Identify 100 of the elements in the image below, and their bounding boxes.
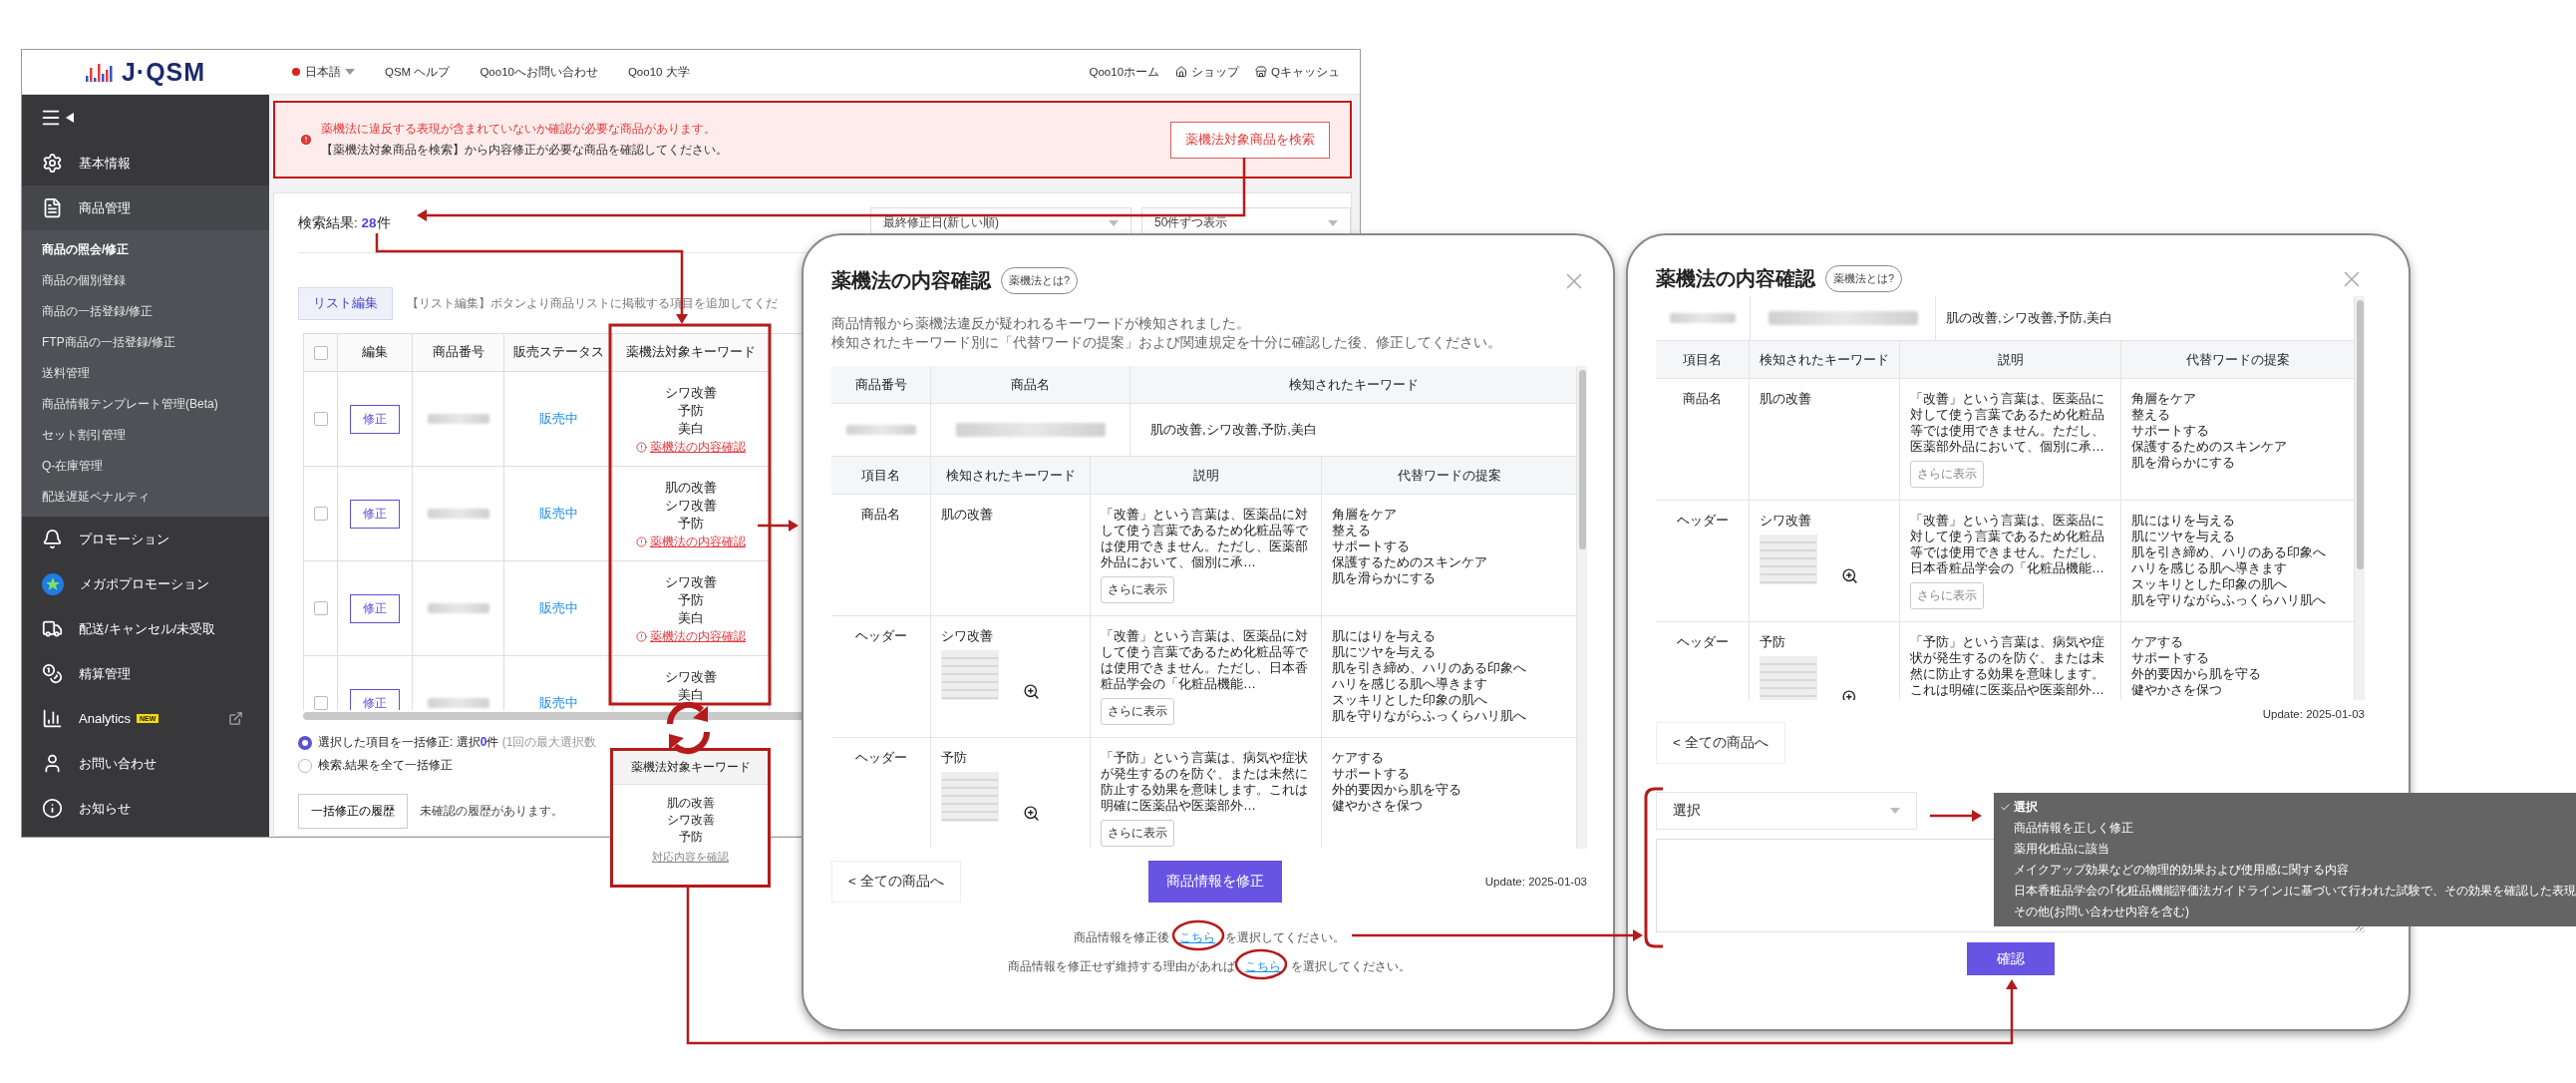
column-header: 編集 <box>338 334 413 372</box>
radio-label: 選択した項目を一括修正: 選択0件 (1回の最大選択数 <box>318 734 597 751</box>
table-cell: ヘッダー <box>854 750 907 766</box>
keyword-text: シワ改善 <box>666 812 715 829</box>
suggestion-text: ハリを感じる肌へ導きます <box>1332 676 1487 692</box>
table-cell: 商品名 <box>861 507 900 523</box>
alert-message: 【薬機法対象商品を検索】から内容修正が必要な商品を確認してください。 <box>321 142 728 159</box>
column-header: 商品番号 <box>831 366 931 404</box>
keyword-text: 美白 <box>678 610 704 627</box>
logo-text: J·QSM <box>121 57 206 87</box>
dialog-title: 薬機法の内容確認 <box>1656 266 1815 291</box>
column-header: 代替ワードの提案 <box>2121 341 2355 379</box>
alert-message: 薬機法に違反する表現が含まれていないか確認が必要な商品があります。 <box>321 121 717 138</box>
result-count: 検索結果: 28件 <box>298 213 391 232</box>
keyword-text: シワ改善 <box>665 498 717 515</box>
suggestion-text: 角層をケア <box>1332 507 1397 523</box>
keyword-text: 予防 <box>678 829 703 846</box>
hint-text: 【リスト編集】ボタンより商品リストに掲載する項目を追加してくだ <box>407 295 778 312</box>
column-header: 説明 <box>1900 341 2121 379</box>
column-header: 販売ステータス <box>504 334 613 372</box>
suggestion-text: ハリを感じる肌へ導きます <box>2131 560 2287 576</box>
suggestion-text: 肌にはりを与える <box>2131 513 2235 529</box>
suggestion-text: 肌を守りながらふっくらハリ肌へ <box>1332 708 1526 724</box>
suggestion-text: サポートする <box>1332 766 1410 782</box>
keyword-text: 肌の改善,シワ改善,予防,美白 <box>1150 422 1317 438</box>
table-cell: ヘッダー <box>854 628 907 644</box>
description-text: 「改善」という言葉は、医薬品に対して使う言葉であるため化粧品等では使用できません。ただし、日本香粧品学会の「化粧品機能… <box>1910 513 2105 576</box>
suggestion-text: 肌を守りながらふっくらハリ肌へ <box>2131 592 2326 608</box>
instruction-text: 商品情報を修正後 こちら を選択してください。 <box>1074 930 1345 945</box>
suggestion-text: 健やかさを保つ <box>1332 798 1423 814</box>
suggestion-text: サポートする <box>1332 539 1410 554</box>
suggestion-text: サポートする <box>2131 423 2209 439</box>
description-text: 検知されたキーワード別に「代替ワードの提案」および関連規定を十分に確認した後、修正してください。 <box>831 334 1502 352</box>
description-text: 「改善」という言葉は、医薬品に対して使う言葉であるため化粧品等では使用できません。ただし、医薬部外品において、個別に承… <box>1910 391 2105 455</box>
status-text: 販売中 <box>538 600 578 617</box>
table-cell: ヘッダー <box>1676 634 1729 650</box>
suggestion-text: 肌を引き締め、ハリのある印象へ <box>2131 544 2326 560</box>
suggestion-text: ケアする <box>2131 634 2183 650</box>
suggestion-text: ケアする <box>1332 750 1384 766</box>
column-header: 項目名 <box>831 457 931 495</box>
status-text: 販売中 <box>538 506 578 523</box>
suggestion-text: 保護するためのスキンケア <box>1332 554 1487 570</box>
update-date: Update: 2025-01-03 <box>2262 708 2365 720</box>
keyword-text: 予防 <box>678 592 704 609</box>
suggestion-text: 整える <box>1332 523 1371 539</box>
table-cell: 商品名 <box>1683 391 1722 407</box>
suggestion-text: 外的要因から肌を守る <box>2131 666 2261 682</box>
radio-label: 検索.結果を全て一括修正 <box>318 757 454 774</box>
suggestion-text: 肌にツヤを与える <box>2131 529 2235 544</box>
keyword-text: シワ改善 <box>1760 513 1811 529</box>
keyword-text: 美白 <box>678 687 704 704</box>
column-header: 検知されたキーワード <box>1750 341 1900 379</box>
description-text: 「改善」という言葉は、医薬品に対して使う言葉であるため化粧品等では使用できません。ただし、医薬部外品において、個別に承… <box>1101 507 1309 570</box>
description-text: 「予防」という言葉は、病気や症状が発生するのを防ぐ、または未然に防止する効果を意味します。これは明確に医薬品や医薬部外… <box>1910 634 2105 698</box>
column-header: 代替ワードの提案 <box>1322 457 1577 495</box>
popout-header: 薬機法対象キーワード <box>613 751 768 785</box>
update-date: Update: 2025-01-03 <box>1484 876 1587 888</box>
keyword-text: 肌の改善 <box>666 795 715 812</box>
suggestion-text: サポートする <box>2131 650 2209 666</box>
keyword-text: 肌の改善 <box>1760 391 1811 407</box>
table-cell: ヘッダー <box>1676 513 1729 529</box>
description-text: 「予防」という言葉は、病気や症状が発生するのを防ぐ、または未然に防止する効果を意味します。これは明確に医薬品や医薬部外… <box>1101 750 1309 814</box>
status-text: 販売中 <box>538 411 578 428</box>
column-header: 説明 <box>1091 457 1322 495</box>
keyword-text: 予防 <box>678 403 704 420</box>
keyword-text: 肌の改善,シワ改善,予防,美白 <box>1946 310 2112 326</box>
keyword-text: 美白 <box>678 421 704 438</box>
column-header: 項目名 <box>1656 341 1750 379</box>
suggestion-text: 整える <box>2131 407 2170 423</box>
keyword-text: 予防 <box>1760 634 1785 650</box>
suggestion-text: 肌を滑らかにする <box>1332 570 1436 586</box>
keyword-text: 肌の改善 <box>665 480 717 497</box>
suggestion-text: 肌にツヤを与える <box>1332 644 1436 660</box>
keyword-text: シワ改善 <box>665 574 717 591</box>
suggestion-text: 肌を引き締め、ハリのある印象へ <box>1332 660 1526 676</box>
description-text: 商品情報から薬機法違反が疑われるキーワードが検知されました。 <box>831 315 1251 333</box>
keyword-text: 予防 <box>941 750 967 766</box>
dialog-title: 薬機法の内容確認 <box>831 268 991 293</box>
instruction-text: 商品情報を修正せず維持する理由があれば こちら を選択してください。 <box>1008 959 1411 974</box>
suggestion-text: スッキリとした印象の肌へ <box>1332 692 1487 708</box>
status-text: 販売中 <box>538 695 578 710</box>
history-note: 未確認の履歴があります。 <box>420 803 563 820</box>
keyword-text: シワ改善 <box>941 628 993 644</box>
suggestion-text: 角層をケア <box>2131 391 2196 407</box>
column-header: 薬機法対象キーワード <box>613 334 770 372</box>
suggestion-text: 外的要因から肌を守る <box>1332 782 1461 798</box>
suggestion-text: 肌を滑らかにする <box>2131 455 2235 471</box>
suggestion-text: 肌にはりを与える <box>1332 628 1436 644</box>
column-header: 商品番号 <box>413 334 504 372</box>
keyword-text: 予防 <box>678 516 704 533</box>
keyword-text: 肌の改善 <box>941 507 993 523</box>
description-text: 「改善」という言葉は、医薬品に対して使う言葉であるため化粧品等では使用できません。ただし、日本香粧品学会の「化粧品機能… <box>1101 628 1309 692</box>
column-header: 検知されたキーワード <box>931 457 1091 495</box>
column-header: 商品名 <box>931 366 1130 404</box>
suggestion-text: スッキリとした印象の肌へ <box>2131 576 2287 592</box>
suggestion-text: 健やかさを保つ <box>2131 682 2222 698</box>
suggestion-text: 保護するためのスキンケア <box>2131 439 2287 455</box>
keyword-text: シワ改善 <box>665 669 717 686</box>
keyword-text: シワ改善 <box>665 385 717 402</box>
column-header: 検知されたキーワード <box>1130 366 1577 404</box>
